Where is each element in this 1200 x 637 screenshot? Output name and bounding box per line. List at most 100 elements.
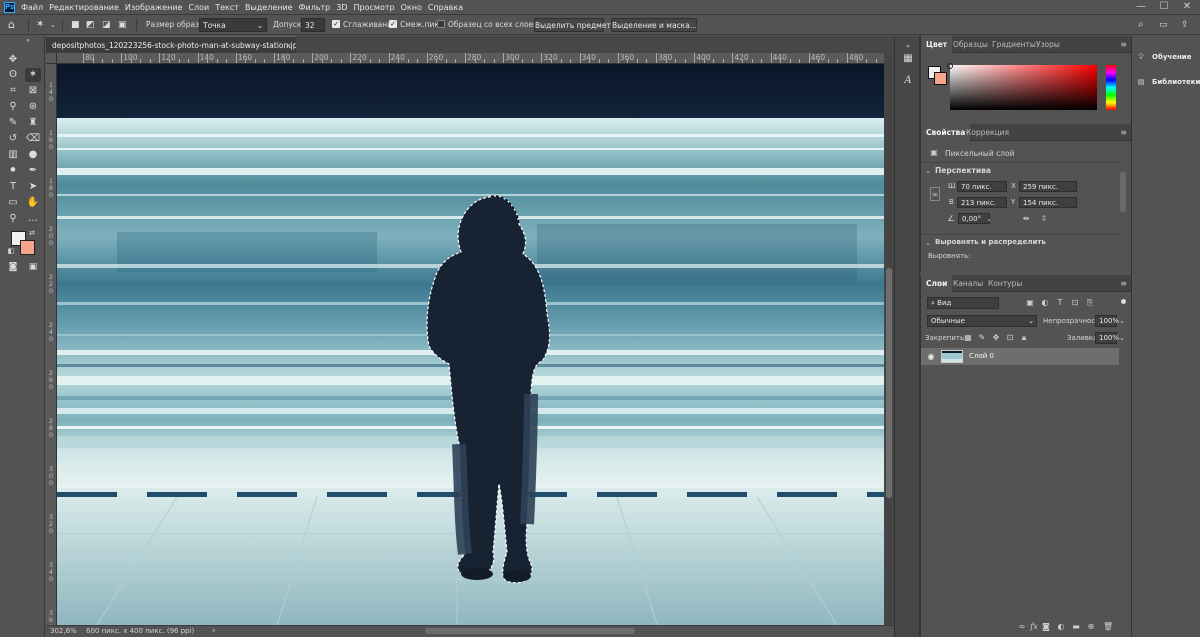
history-brush-tool-icon[interactable]: ↺ [5, 132, 21, 146]
menu-type[interactable]: Текст [214, 3, 244, 12]
color-picker-ring[interactable] [947, 63, 953, 69]
panel-menu-icon[interactable]: ≡ [1120, 124, 1127, 141]
move-tool-icon[interactable]: ✥ [5, 53, 21, 67]
filter-type-icon[interactable]: T [1055, 298, 1065, 308]
lasso-tool-icon[interactable]: ʘ [5, 68, 21, 82]
menu-view[interactable]: Просмотр [353, 3, 400, 12]
add-mask-icon[interactable]: ◙ [1041, 622, 1051, 632]
default-colors-icon[interactable]: ◧ [6, 244, 16, 258]
dodge-tool-icon[interactable]: ⚫ [5, 164, 21, 178]
zoom-level[interactable]: 302,6% [50, 626, 77, 637]
panel-background-swatch[interactable] [934, 72, 947, 85]
eye-icon[interactable]: ◉ [926, 352, 936, 362]
tab-paths[interactable]: Контуры [983, 275, 1027, 292]
trash-icon[interactable]: 🗑︎ [1103, 622, 1113, 632]
layer-style-icon[interactable]: fx [1029, 622, 1039, 632]
frame-tool-icon[interactable]: ⊠ [25, 84, 41, 98]
contiguous-checkbox[interactable]: ✓ Смеж.пикс [389, 18, 443, 32]
menu-select[interactable]: Выделение [244, 3, 298, 12]
lock-position-icon[interactable]: ✥ [991, 333, 1001, 343]
new-group-icon[interactable]: ▬ [1071, 622, 1081, 632]
flip-horizontal-icon[interactable]: ⇹ [1021, 214, 1031, 224]
eraser-tool-icon[interactable]: ⌫ [25, 132, 41, 146]
width-input[interactable]: 70 пикс. [957, 181, 1007, 192]
panel-menu-icon[interactable]: ≡ [1120, 36, 1127, 53]
hand-tool-icon[interactable]: ✋ [25, 196, 41, 210]
align-section-title[interactable]: Выровнять и распределить [935, 238, 1046, 246]
quick-mask-icon[interactable]: ◙ [5, 260, 21, 274]
transform-section-title[interactable]: Перспектива [935, 166, 991, 175]
fill-input[interactable]: 100% [1095, 332, 1119, 344]
link-layers-icon[interactable]: ∞ [1017, 622, 1027, 632]
filter-shape-icon[interactable]: ⊡ [1070, 298, 1080, 308]
antialias-checkbox[interactable]: ✓ Сглаживание [332, 18, 397, 32]
tab-adjustments[interactable]: Коррекция [961, 124, 1014, 141]
background-color-swatch[interactable] [20, 240, 35, 255]
screen-mode-icon[interactable]: ▣ [25, 260, 41, 274]
blur-tool-icon[interactable]: ● [25, 148, 41, 162]
horizontal-scrollbar[interactable] [230, 627, 880, 635]
document-canvas[interactable] [57, 64, 884, 625]
vertical-ruler[interactable]: 1 4 0 1 6 0 1 8 0 2 0 0 2 2 0 2 4 0 2 6 0 2 8 0… [46, 64, 57, 625]
menu-window[interactable]: Окно [400, 3, 427, 12]
select-and-mask-button[interactable]: Выделение и маска... [611, 18, 697, 32]
lock-transparent-icon[interactable]: ▦ [963, 333, 973, 343]
menu-filter[interactable]: Фильтр [298, 3, 336, 12]
menu-layers[interactable]: Слои [187, 3, 214, 12]
pen-tool-icon[interactable]: ✒ [25, 164, 41, 178]
healing-brush-tool-icon[interactable]: ⊛ [25, 100, 41, 114]
collapse-toolbar-icon[interactable]: » [20, 38, 36, 52]
layer-filter-select[interactable]: ⌕ Вид [927, 297, 999, 309]
close-tab-icon[interactable]: × [285, 37, 292, 54]
chevron-down-icon[interactable]: ⌄ [984, 214, 994, 224]
vertical-scroll-thumb[interactable] [886, 268, 892, 498]
chevron-down-icon[interactable]: ⌄ [925, 239, 931, 247]
intersect-selection-icon[interactable]: ▣ [118, 18, 127, 32]
clone-stamp-tool-icon[interactable]: ♜ [25, 116, 41, 130]
lock-image-icon[interactable]: ✎ [977, 333, 987, 343]
swap-colors-icon[interactable]: ⇄ [27, 226, 37, 240]
more-tools-icon[interactable]: … [25, 212, 41, 226]
document-tab[interactable]: depositphotos_120223256-stock-photo-man-… [46, 36, 412, 54]
crop-tool-icon[interactable]: ⌗ [5, 84, 21, 98]
chevron-down-icon[interactable]: ⌄ [925, 167, 931, 175]
new-selection-icon[interactable]: ■ [71, 18, 80, 32]
horizontal-ruler[interactable]: 80 100 120 140 160 180 200 220 240 260 280 300 320 34… [57, 53, 884, 64]
type-tool-icon[interactable]: T [5, 180, 21, 194]
lock-all-icon[interactable]: 🔒︎ [1019, 333, 1029, 343]
flip-vertical-icon[interactable]: ⇳ [1039, 214, 1049, 224]
menu-file[interactable]: Файл [20, 3, 48, 12]
sample-size-select[interactable]: Точка ⌄ [199, 18, 267, 32]
adjustment-layer-icon[interactable]: ◐ [1056, 622, 1066, 632]
path-selection-tool-icon[interactable]: ➤ [25, 180, 41, 194]
gradient-tool-icon[interactable]: ▥ [5, 148, 21, 162]
minimize-button[interactable]: — [1130, 0, 1152, 14]
menu-image[interactable]: Изображение [124, 3, 188, 12]
opacity-input[interactable]: 100% [1095, 315, 1119, 327]
libraries-item[interactable]: ▤ Библиотеки [1136, 74, 1200, 90]
menu-3d[interactable]: 3D [335, 3, 352, 12]
share-icon[interactable]: ⇪ [1181, 18, 1189, 32]
learn-item[interactable]: 💡︎ Обучение [1136, 49, 1198, 65]
chevron-down-icon[interactable]: ⌄ [1117, 316, 1127, 326]
history-icon[interactable]: ▦ [901, 52, 915, 66]
hue-slider[interactable] [1106, 65, 1116, 110]
search-icon[interactable]: ⌕ [1138, 18, 1144, 32]
magic-wand-icon[interactable]: ✶ [36, 18, 44, 32]
link-dimensions-icon[interactable]: ∞ [930, 187, 940, 201]
lock-artboard-icon[interactable]: ⊡ [1005, 333, 1015, 343]
x-input[interactable]: 259 пикс. [1019, 181, 1077, 192]
properties-scroll-thumb[interactable] [1120, 172, 1126, 212]
tolerance-input[interactable]: 32 [301, 18, 325, 32]
character-icon[interactable]: A [901, 74, 915, 88]
workspace-icon[interactable]: ▭ [1159, 18, 1168, 32]
status-arrow-icon[interactable]: › [212, 626, 216, 637]
select-subject-button[interactable]: Выделить предмет [534, 18, 611, 32]
panel-menu-icon[interactable]: ≡ [1120, 275, 1127, 292]
filter-adjustment-icon[interactable]: ◐ [1040, 298, 1050, 308]
y-input[interactable]: 154 пикс. [1019, 197, 1077, 208]
subtract-selection-icon[interactable]: ◪ [102, 18, 111, 32]
filter-smart-icon[interactable]: ⎘ [1085, 298, 1095, 308]
zoom-tool-icon[interactable]: ⚲ [5, 212, 21, 226]
blend-mode-select[interactable]: Обычные ⌄ [927, 315, 1037, 327]
